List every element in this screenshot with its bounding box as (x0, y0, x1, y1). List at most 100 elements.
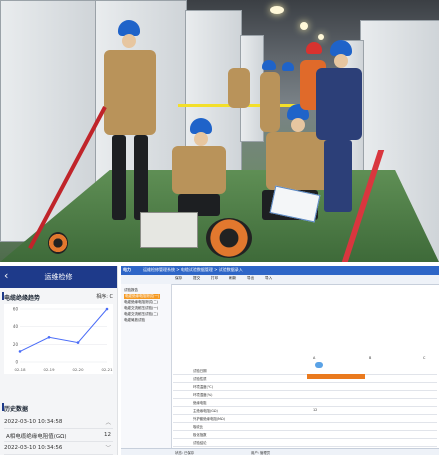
breadcrumb: 运维检修管理系统 > 电缆试验数据管理 > 试验数据录入 (143, 267, 243, 272)
tree-node[interactable]: 电缆绝缘电阻测试(二) (124, 300, 158, 305)
table-row-label: 试验日期 (193, 369, 207, 373)
table-row-divider (173, 414, 437, 415)
y-tick-label: 60 (13, 307, 19, 312)
ceiling-light (318, 34, 324, 40)
column-header: C (423, 356, 426, 360)
x-tick-label: 02-20 (72, 367, 84, 372)
worker-face (194, 132, 208, 146)
tree-node-selected[interactable]: 电缆绝缘电阻测试(一) (124, 294, 161, 299)
table-row-divider (173, 374, 437, 375)
table-row-label: 绝缘电阻 (193, 401, 207, 405)
table-row-divider (173, 438, 437, 439)
table-row-label: 主绝缘电阻(GΩ) (193, 409, 218, 413)
table-row-label: 环境温度(℃) (193, 385, 214, 389)
table-row-divider (173, 446, 437, 447)
y-tick-label: 0 (15, 360, 18, 365)
worker-background (260, 72, 280, 132)
tree-node[interactable]: 电缆交流耐压试验(二) (124, 312, 158, 317)
data-table: A B C 试验日期试验性质环境温度(℃) 环境湿度(%) 绝缘电阻主绝缘电阻(GΩ… (173, 286, 437, 455)
desktop-app-screen: 电力 运维检修管理系统 > 电缆试验数据管理 > 试验数据录入 保存 提交 打印… (121, 266, 439, 455)
toolbar-button[interactable]: 保存 (175, 276, 182, 281)
ceiling-light (270, 6, 284, 14)
x-tick-label: 02-18 (14, 367, 26, 372)
chevron-down-icon[interactable]: ﹀ (105, 444, 111, 452)
mobile-app-screen: ‹ 运维检修 电缆绝缘趋势 相序: C 0 20 40 60 02-18 02-19 02-… (0, 266, 118, 455)
switchgear-room-photo (0, 0, 439, 262)
worker-face (122, 34, 136, 48)
chevron-up-icon[interactable]: ︿ (105, 418, 111, 426)
series-line (19, 308, 108, 352)
y-tick-label: 20 (13, 342, 19, 347)
brand-logo: 电力 (123, 267, 131, 272)
worker-crouching (172, 146, 226, 194)
column-marker (315, 362, 323, 368)
history-row[interactable]: 2022-03-10 10:34:56 ﹀ (4, 442, 113, 455)
table-row-divider (173, 406, 437, 407)
table-row-label: 外护套绝缘电阻(MΩ) (193, 417, 225, 421)
blue-helmet (282, 62, 294, 71)
page-title: 运维检修 (44, 273, 73, 281)
tree-node[interactable]: 试验报告 (124, 288, 138, 293)
history-row-value: 12 (104, 432, 111, 438)
table-row-divider (173, 390, 437, 391)
history-row-text: 2022-03-10 10:34:58 (4, 419, 63, 425)
table-row-label: 环境湿度(%) (193, 393, 213, 397)
app-header: ‹ 运维检修 (0, 266, 117, 288)
table-cell[interactable]: 12 (313, 408, 317, 412)
worker-leg (324, 140, 352, 212)
toolbar-button[interactable]: 刷新 (229, 276, 236, 281)
phase-select[interactable]: 相序: C (96, 293, 113, 300)
table-row-label: 极化指数 (193, 433, 207, 437)
history-row-text: A相电缆绝缘电阻值(GΩ) (6, 434, 67, 440)
toolbar-button[interactable]: 打印 (211, 276, 218, 281)
toolbar-button[interactable]: 导入 (265, 276, 272, 281)
grounding-clamp (48, 232, 68, 254)
worker-standing (104, 50, 156, 135)
y-tick-label: 40 (13, 324, 19, 329)
history-row-text: 2022-03-10 10:34:56 (4, 445, 63, 451)
status-text: 用户: 管理员 (251, 451, 271, 455)
x-tick-label: 02-21 (101, 367, 113, 372)
history-title: 历史数据 (4, 406, 29, 413)
tree-node[interactable]: 电缆交流耐压试验(一) (124, 306, 158, 311)
x-tick-label: 02-19 (43, 367, 55, 372)
column-header: B (369, 356, 372, 360)
data-point[interactable] (76, 341, 80, 344)
desktop-header: 电力 运维检修管理系统 > 电缆试验数据管理 > 试验数据录入 (121, 266, 439, 275)
trend-title: 电缆绝缘趋势 (4, 295, 41, 302)
tree-node[interactable]: 电缆局放试验 (124, 318, 145, 323)
table-row-divider (173, 398, 437, 399)
toolbar-button[interactable]: 导出 (247, 276, 254, 281)
table-row-label: 吸收比 (193, 425, 204, 429)
column-header: A (313, 356, 316, 360)
table-row-divider (173, 430, 437, 431)
blue-helmet (262, 60, 276, 70)
history-row[interactable]: 2022-03-10 10:34:58 ︿ (4, 416, 113, 429)
worker-leg (134, 135, 148, 220)
data-point[interactable] (47, 335, 51, 339)
status-bar: 状态: 已保存 用户: 管理员 (121, 448, 439, 455)
table-row-label: 试验性质 (193, 377, 207, 381)
worker-supervisor (316, 68, 362, 140)
worker-face (334, 54, 348, 68)
worker-leg (112, 135, 126, 220)
table-row-divider (173, 382, 437, 383)
history-row: A相电缆绝缘电阻值(GΩ) 12 (4, 429, 113, 442)
worker-background (228, 68, 250, 108)
highlighted-cell[interactable] (307, 374, 365, 379)
data-point[interactable] (105, 307, 109, 311)
trend-chart: 0 20 40 60 02-18 02-19 02-20 02-21 (4, 304, 113, 374)
toolbar-button[interactable]: 提交 (193, 276, 200, 281)
cable-reel (206, 218, 252, 258)
worker-recording (266, 132, 332, 190)
trend-chart-svg: 0 20 40 60 02-18 02-19 02-20 02-21 (13, 307, 113, 373)
table-row-divider (173, 422, 437, 423)
ceiling-light (300, 22, 308, 30)
red-helmet (306, 42, 322, 54)
tree-sidebar: 试验报告 电缆绝缘电阻测试(一) 电缆绝缘电阻测试(二) 电缆交流耐压试验(一)… (121, 284, 172, 455)
status-text: 状态: 已保存 (175, 451, 195, 455)
table-row-label: 试验结论 (193, 441, 207, 445)
data-point[interactable] (18, 350, 22, 353)
worker-face (291, 118, 305, 132)
insulation-tester (140, 212, 198, 248)
